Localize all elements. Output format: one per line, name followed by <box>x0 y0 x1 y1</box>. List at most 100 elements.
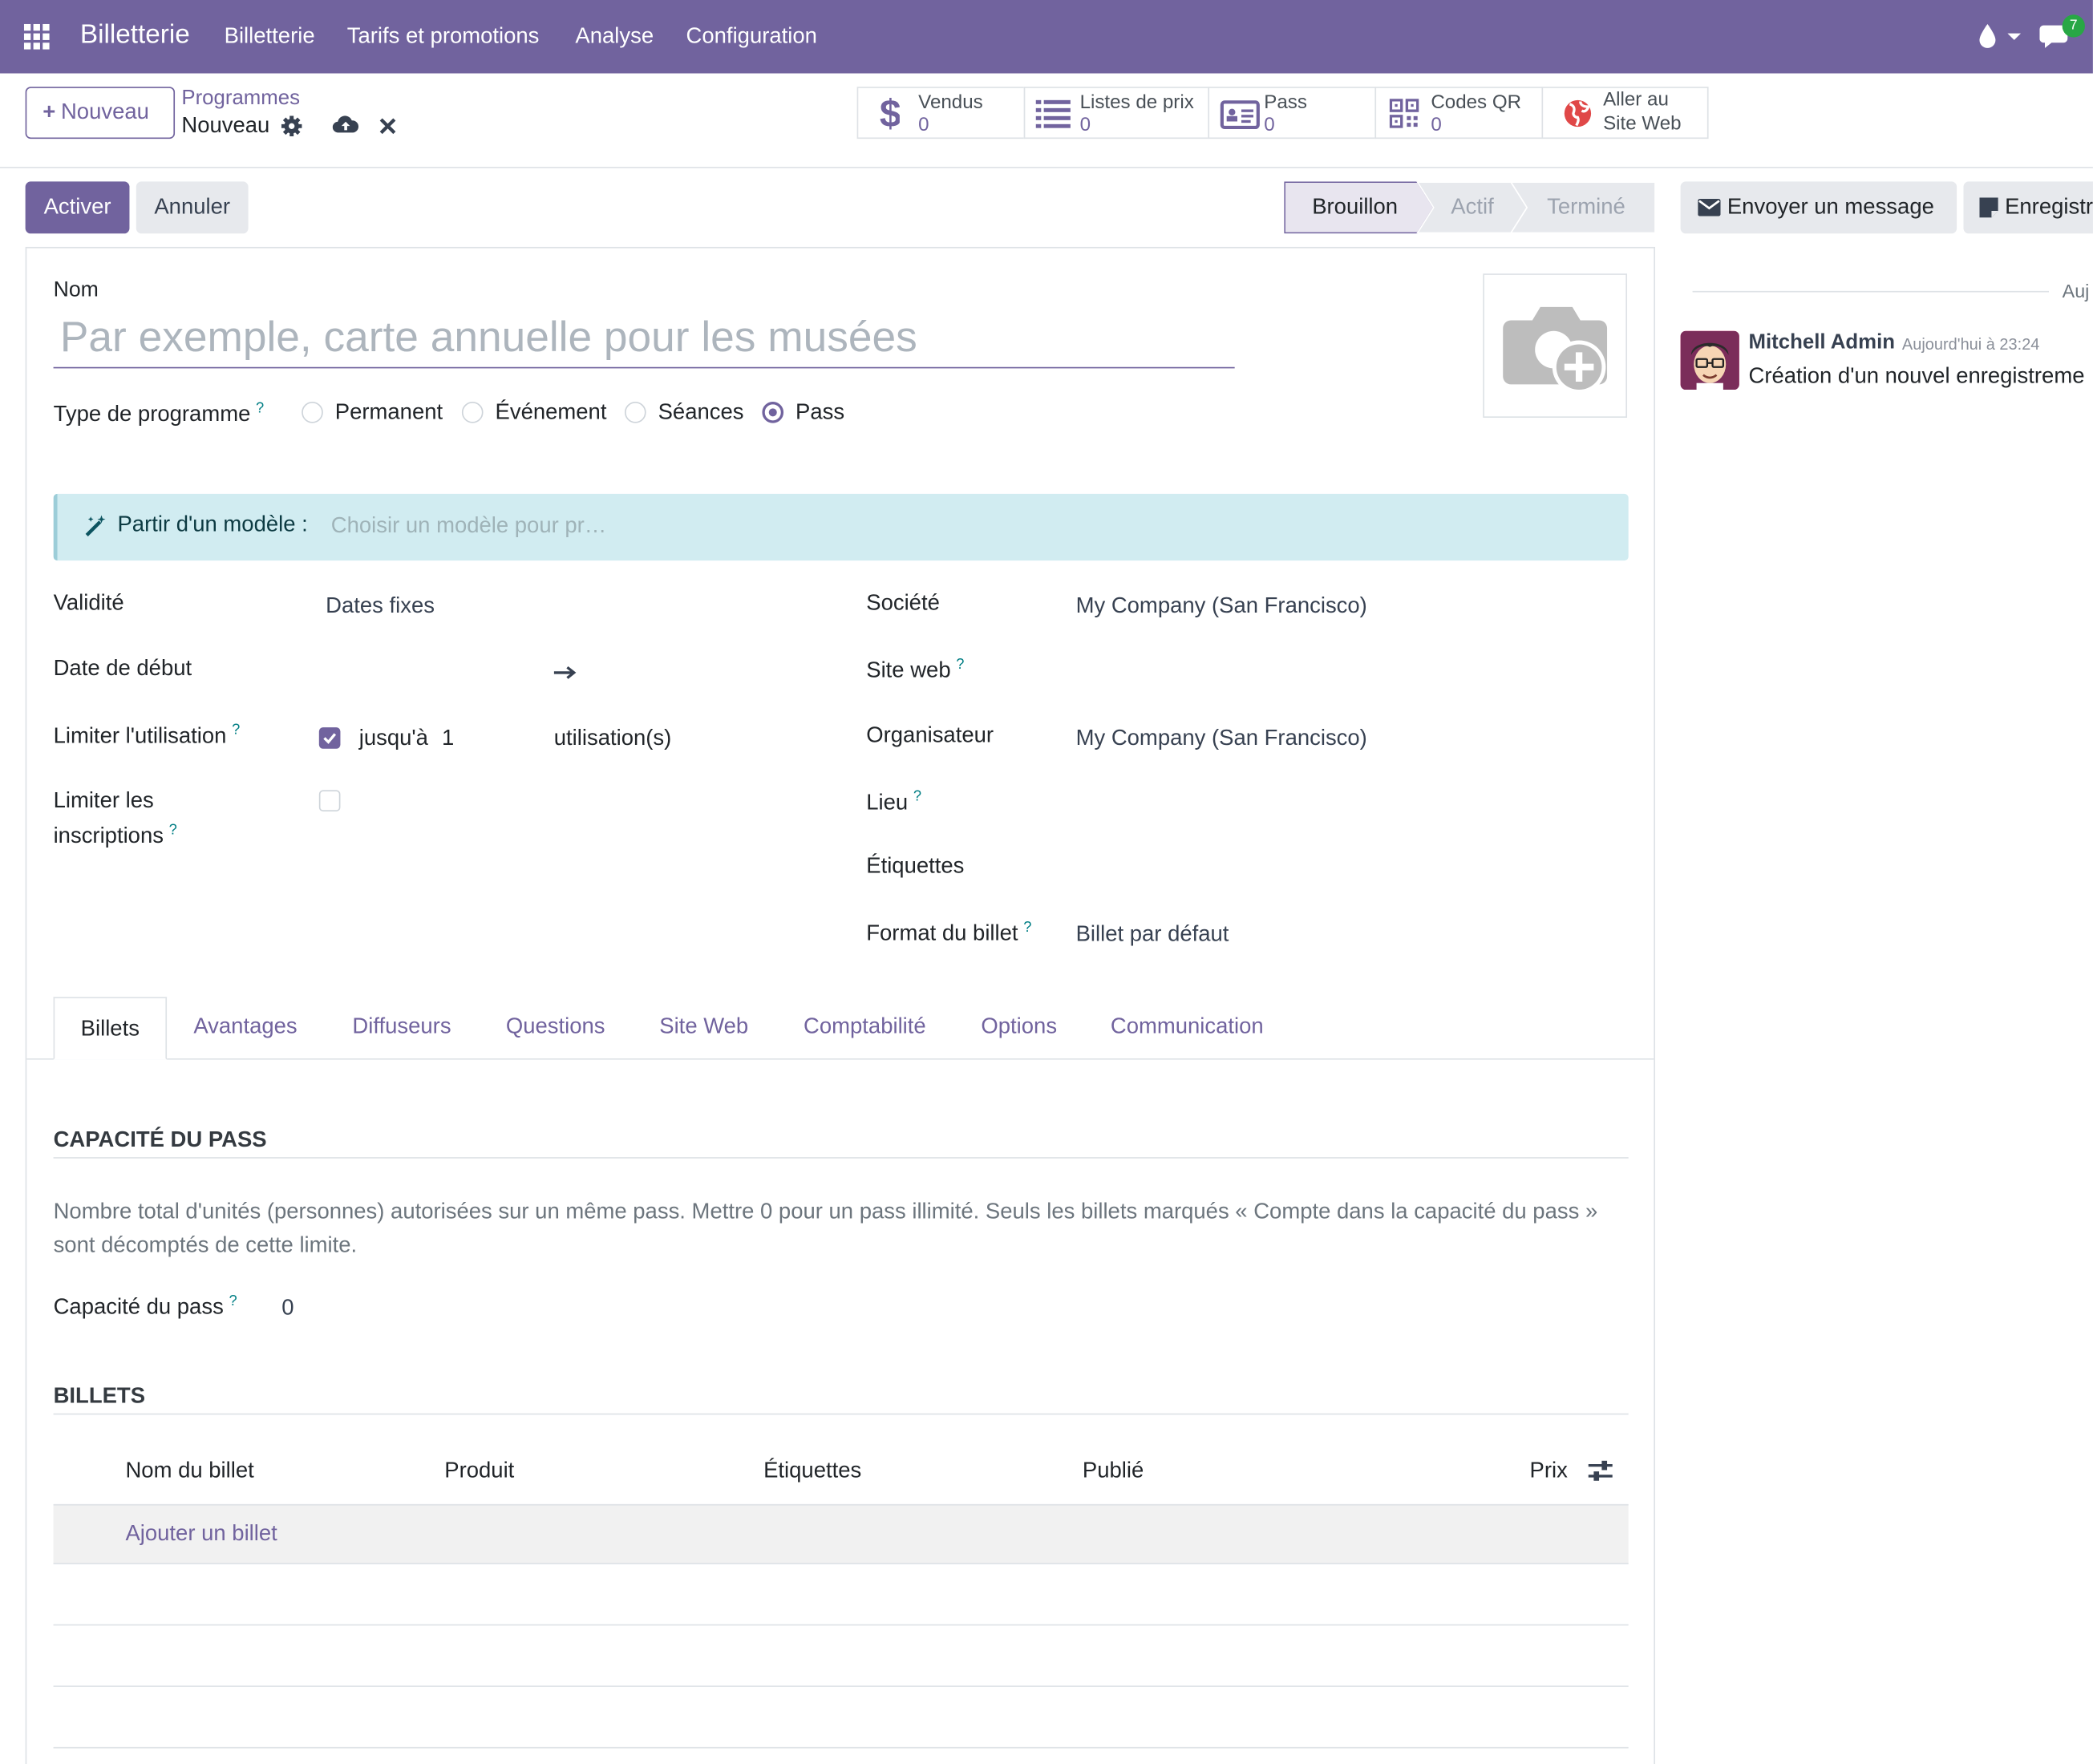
column-product[interactable]: Produit <box>444 1459 514 1484</box>
radio-evenement-label[interactable]: Événement <box>496 400 607 426</box>
help-icon: ? <box>232 722 241 738</box>
usage-count-input[interactable]: 1 <box>442 726 454 751</box>
breadcrumb-current: Nouveau <box>181 113 270 138</box>
smart-button-qrcodes[interactable]: Codes QR 0 <box>1374 87 1544 140</box>
table-row <box>53 1685 1629 1687</box>
table-row <box>53 1746 1629 1749</box>
globe-icon <box>1564 99 1592 127</box>
optional-columns-icon[interactable] <box>1587 1459 1613 1483</box>
send-message-button[interactable]: Envoyer un message <box>1680 181 1957 234</box>
smart-button-website[interactable]: Aller au Site Web <box>1541 87 1709 140</box>
name-placeholder: Par exemple, carte annuelle pour les mus… <box>59 312 917 361</box>
radio-evenement[interactable] <box>461 402 484 423</box>
send-message-label: Envoyer un message <box>1727 195 1934 219</box>
note-icon <box>1979 197 1998 218</box>
limit-reg-label-line1: Limiter les <box>53 788 154 813</box>
user-avatar-icon <box>1680 330 1739 390</box>
chatter-date-separator <box>1692 290 2050 293</box>
template-alert: Partir d'un modèle : Choisir un modèle p… <box>53 493 1629 561</box>
help-icon: ? <box>168 822 177 839</box>
add-ticket-link[interactable]: Ajouter un billet <box>125 1522 277 1548</box>
plus-icon: + <box>43 99 56 124</box>
qrcode-icon <box>1389 99 1419 128</box>
pricelists-value: 0 <box>1079 115 1091 136</box>
radio-pass[interactable] <box>762 402 784 423</box>
template-select[interactable]: Choisir un modèle pour pr… <box>331 514 606 540</box>
column-price[interactable]: Prix <box>1530 1459 1568 1484</box>
radio-permanent-label[interactable]: Permanent <box>335 400 443 426</box>
smart-button-pricelists[interactable]: Listes de prix 0 <box>1023 87 1210 140</box>
website-label-line1: Aller au <box>1603 89 1669 111</box>
usage-unit-label: utilisation(s) <box>553 726 672 751</box>
name-input[interactable]: Par exemple, carte annuelle pour les mus… <box>53 310 1235 369</box>
company-field[interactable]: My Company (San Francisco) <box>1076 594 1367 620</box>
radio-seances-label[interactable]: Séances <box>658 400 744 426</box>
place-label: Lieu? <box>866 788 922 815</box>
log-note-button[interactable]: Enregistr <box>1963 181 2093 234</box>
stage-brouillon[interactable]: Brouillon <box>1312 181 1398 233</box>
organizer-label: Organisateur <box>866 723 994 748</box>
menu-tarifs-promotions[interactable]: Tarifs et promotions <box>347 24 540 50</box>
radio-pass-label[interactable]: Pass <box>796 400 844 426</box>
organizer-field[interactable]: My Company (San Francisco) <box>1076 726 1367 751</box>
camera-plus-icon <box>1503 306 1608 394</box>
tickets-section-title: BILLETS <box>53 1384 146 1409</box>
check-icon <box>323 733 337 744</box>
radio-permanent[interactable] <box>302 402 323 423</box>
column-tags[interactable]: Étiquettes <box>763 1459 861 1484</box>
capacity-description: Nombre total d'unités (personnes) autori… <box>53 1200 1598 1257</box>
tab-comptabilite[interactable]: Comptabilité <box>804 1014 926 1040</box>
log-note-label: Enregistr <box>2005 195 2093 219</box>
breadcrumb-parent[interactable]: Programmes <box>181 87 300 111</box>
arrow-right-icon <box>553 666 577 679</box>
new-button[interactable]: + Nouveau <box>25 87 176 140</box>
tab-communication[interactable]: Communication <box>1111 1014 1264 1040</box>
column-published[interactable]: Publié <box>1083 1459 1144 1484</box>
menu-billetterie[interactable]: Billetterie <box>225 24 315 50</box>
tab-site-web[interactable]: Site Web <box>659 1014 748 1040</box>
tab-options[interactable]: Options <box>981 1014 1057 1040</box>
message-author[interactable]: Mitchell Admin <box>1748 331 1895 355</box>
capacity-label: Capacité du pass? <box>53 1293 237 1320</box>
stage-actif[interactable]: Actif <box>1451 181 1493 233</box>
limit-registrations-checkbox[interactable] <box>318 790 341 812</box>
close-icon[interactable] <box>379 117 397 135</box>
debug-drop-icon[interactable] <box>1975 22 2022 51</box>
smart-button-pass[interactable]: Pass 0 <box>1208 87 1377 140</box>
capacity-section-title: CAPACITÉ DU PASS <box>53 1127 267 1152</box>
section-separator <box>53 1157 1629 1159</box>
radio-seances[interactable] <box>624 402 646 423</box>
ticket-format-field[interactable]: Billet par défaut <box>1076 922 1229 948</box>
qrcodes-label: Codes QR <box>1431 91 1522 114</box>
image-upload[interactable] <box>1483 273 1628 418</box>
smart-button-vendus[interactable]: $ Vendus 0 <box>856 87 1026 140</box>
cloud-upload-icon[interactable] <box>332 113 359 135</box>
gear-icon[interactable] <box>281 115 303 137</box>
column-ticket-name[interactable]: Nom du billet <box>125 1459 253 1484</box>
avatar[interactable] <box>1680 330 1739 390</box>
qrcodes-value: 0 <box>1431 115 1442 136</box>
stage-termine[interactable]: Terminé <box>1547 181 1625 233</box>
tab-questions[interactable]: Questions <box>506 1014 605 1040</box>
tab-diffuseurs[interactable]: Diffuseurs <box>352 1014 451 1040</box>
pricelists-label: Listes de prix <box>1079 91 1194 114</box>
website-label: Site web? <box>866 656 965 683</box>
capacity-input[interactable]: 0 <box>281 1296 294 1321</box>
tags-label: Étiquettes <box>866 854 965 879</box>
tab-billets[interactable]: Billets <box>53 997 168 1060</box>
cancel-button[interactable]: Annuler <box>136 181 249 234</box>
validity-label: Validité <box>53 591 124 616</box>
pass-value: 0 <box>1264 115 1275 136</box>
app-brand[interactable]: Billetterie <box>80 20 190 51</box>
apps-menu-icon[interactable] <box>18 18 56 56</box>
validity-select[interactable]: Dates fixes <box>326 594 435 620</box>
menu-configuration[interactable]: Configuration <box>686 24 817 50</box>
tab-avantages[interactable]: Avantages <box>193 1014 297 1040</box>
envelope-icon <box>1698 199 1721 216</box>
limit-usage-checkbox[interactable] <box>318 727 341 749</box>
menu-analyse[interactable]: Analyse <box>575 24 654 50</box>
svg-text:$: $ <box>880 94 900 134</box>
help-icon: ? <box>1023 919 1032 936</box>
activate-button[interactable]: Activer <box>25 181 130 234</box>
id-card-icon <box>1220 100 1260 130</box>
